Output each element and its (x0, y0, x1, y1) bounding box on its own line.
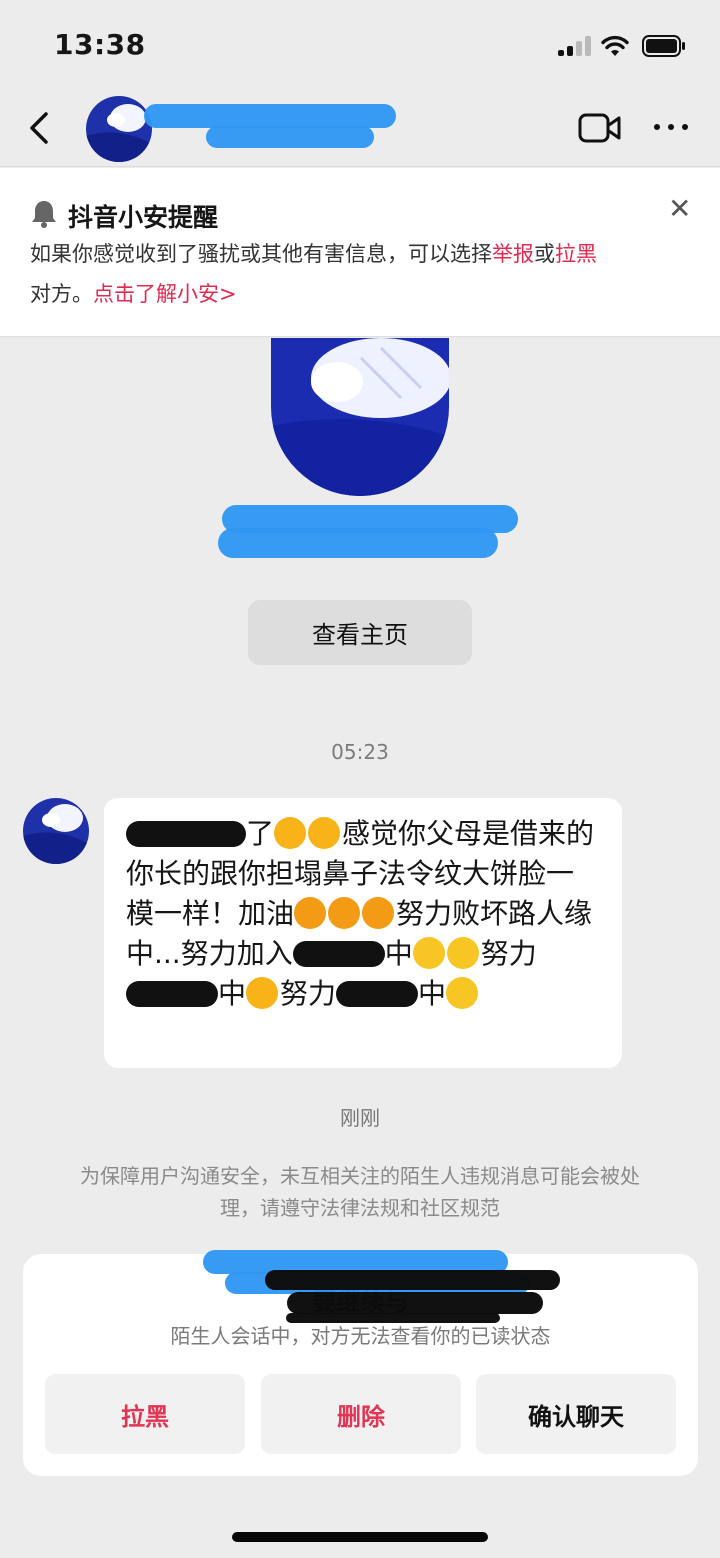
close-icon[interactable]: ✕ (668, 192, 691, 225)
ke-emoji-icon (328, 897, 361, 929)
safety-reminder-card: 抖音小安提醒 ✕ 如果你感觉收到了骚扰或其他有害信息，可以选择举报或拉黑 对方。… (0, 168, 720, 337)
signal-icon (558, 36, 592, 56)
confirm-chat-button[interactable]: 确认聊天 (476, 1374, 676, 1454)
bell-icon (32, 201, 56, 228)
safety-title: 抖音小安提醒 (68, 203, 219, 232)
block-link[interactable]: 拉黑 (555, 242, 597, 266)
message-bubble[interactable]: 了感觉你父母是借来的 你长的跟你担塌鼻子法令纹大饼脸一模一样！加油 努力败坏路人缘… (104, 798, 622, 1068)
message-time: 05:23 (331, 740, 389, 764)
report-link[interactable]: 举报 (492, 242, 534, 266)
dog-emoji-icon (274, 817, 307, 849)
back-icon[interactable] (24, 110, 56, 146)
home-indicator[interactable] (232, 1532, 488, 1542)
chat-header (0, 90, 720, 167)
clock: 13:38 (54, 28, 146, 61)
block-button[interactable]: 拉黑 (45, 1374, 245, 1454)
panel-redaction (287, 1292, 543, 1314)
name-redaction (206, 126, 374, 148)
learn-more-link[interactable]: 点击了解小安> (93, 282, 237, 306)
safety-notice: 为保障用户沟通安全，未互相关注的陌生人违规消息可能会被处理，请遵守法律法规和社区… (80, 1164, 640, 1220)
status-bar: 13:38 (0, 0, 720, 90)
sent-time: 刚刚 (340, 1106, 380, 1130)
safety-text: 如果你感觉收到了骚扰或其他有害信息，可以选择举报或拉黑 对方。点击了解小安> (30, 242, 597, 306)
profile-name-redaction (218, 528, 498, 558)
read-status-note: 陌生人会话中，对方无法查看你的已读状态 (170, 1324, 551, 1348)
ke-emoji-icon (294, 897, 327, 929)
laugh-emoji-icon (446, 977, 479, 1009)
panel-redaction (286, 1313, 500, 1323)
profile-avatar[interactable] (271, 338, 449, 496)
name-redaction (144, 104, 396, 128)
dog-emoji-icon (308, 817, 341, 849)
panel-redaction (265, 1270, 560, 1290)
ke-emoji-icon (362, 897, 395, 929)
message-text: 了感觉你父母是借来的 你长的跟你担塌鼻子法令纹大饼脸一模一样！加油 努力败坏路人缘… (126, 817, 595, 1010)
laugh-emoji-icon (446, 937, 479, 969)
dog-emoji-icon (246, 977, 279, 1009)
delete-button[interactable]: 删除 (261, 1374, 461, 1454)
contact-avatar[interactable] (86, 96, 152, 162)
view-homepage-button[interactable]: 查看主页 (248, 600, 472, 665)
wifi-icon (601, 35, 629, 56)
more-icon[interactable] (654, 124, 690, 134)
laugh-emoji-icon (412, 937, 445, 969)
battery-icon (642, 35, 685, 57)
video-call-icon[interactable] (578, 112, 622, 144)
sender-avatar[interactable] (23, 798, 89, 864)
